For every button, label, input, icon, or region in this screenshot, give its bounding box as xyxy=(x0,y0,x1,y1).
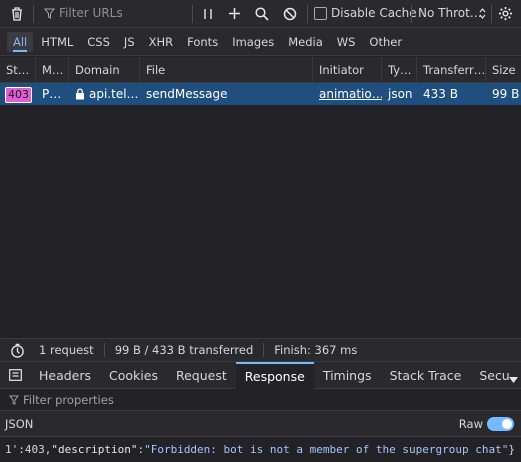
raw-value: "Forbidden: bot is not a member of the s… xyxy=(144,443,509,456)
request-list-area xyxy=(0,105,521,338)
method-cell: P… xyxy=(42,87,62,101)
transferred-cell: 433 B xyxy=(423,87,458,101)
tab-stack-trace[interactable]: Stack Trace xyxy=(381,362,471,389)
raw-colon: : xyxy=(137,443,145,456)
finish-time: Finish: 367 ms xyxy=(274,343,358,357)
raw-key: "description" xyxy=(51,443,138,456)
status-badge: 403 xyxy=(5,87,32,103)
summary-bar: 1 request 99 B / 433 B transferred Finis… xyxy=(0,338,521,362)
type-filter-bar: All HTML CSS JS XHR Fonts Images Media W… xyxy=(0,28,521,56)
json-label: JSON xyxy=(5,416,34,431)
raw-suffix: } xyxy=(508,443,515,456)
domain-cell: api.tel… xyxy=(69,83,140,105)
initiator-link[interactable]: animatio… xyxy=(313,83,382,105)
block-icon[interactable] xyxy=(282,0,298,28)
raw-toggle[interactable] xyxy=(487,416,514,431)
type-tab-html[interactable]: HTML xyxy=(35,32,79,52)
detail-tabs: Headers Cookies Request Response Timings… xyxy=(0,361,521,389)
type-tab-media[interactable]: Media xyxy=(282,32,329,52)
col-type[interactable]: Ty… xyxy=(382,57,417,83)
json-section-header: JSON Raw xyxy=(0,411,521,437)
table-row[interactable]: 403 P… api.tel… sendMessage animatio… js… xyxy=(0,83,521,105)
request-count: 1 request xyxy=(39,343,94,357)
tab-headers[interactable]: Headers xyxy=(30,362,100,389)
trash-icon[interactable] xyxy=(8,0,26,28)
raw-prefix: 1':403, xyxy=(5,443,52,456)
type-tab-xhr[interactable]: XHR xyxy=(143,32,180,52)
plus-icon[interactable] xyxy=(226,0,242,28)
type-tab-images[interactable]: Images xyxy=(226,32,280,52)
col-method[interactable]: M… xyxy=(36,57,69,83)
col-file[interactable]: File xyxy=(140,57,313,83)
filter-urls-input[interactable]: Filter URLs xyxy=(59,6,189,20)
type-tab-ws[interactable]: WS xyxy=(331,32,362,52)
raw-label: Raw xyxy=(458,416,483,431)
col-initiator[interactable]: Initiator xyxy=(313,57,382,83)
disable-cache-checkbox[interactable] xyxy=(314,7,327,20)
search-icon[interactable] xyxy=(254,0,270,28)
transferred-summary: 99 B / 433 B transferred xyxy=(114,343,254,357)
tab-timings[interactable]: Timings xyxy=(314,362,381,389)
filter-icon xyxy=(43,0,55,28)
tab-cookies[interactable]: Cookies xyxy=(100,362,167,389)
type-cell: json xyxy=(388,87,413,101)
type-tab-all[interactable]: All xyxy=(7,31,34,52)
filter-properties-input[interactable]: Filter properties xyxy=(23,393,114,407)
lock-icon xyxy=(75,85,85,105)
throttling-select[interactable]: No Throt… xyxy=(418,6,482,20)
filter-properties-bar: Filter properties xyxy=(0,389,521,411)
type-tab-fonts[interactable]: Fonts xyxy=(181,32,224,52)
raw-response-line: 1':403, "description": "Forbidden: bot is … xyxy=(0,437,521,462)
tab-request[interactable]: Request xyxy=(167,362,236,389)
type-tab-js[interactable]: JS xyxy=(118,32,141,52)
tab-security[interactable]: Secu xyxy=(470,362,509,389)
tabs-overflow-icon[interactable] xyxy=(509,371,518,386)
file-cell: sendMessage xyxy=(146,87,228,101)
gear-icon[interactable] xyxy=(496,0,514,28)
col-domain[interactable]: Domain xyxy=(69,57,140,83)
type-tab-other[interactable]: Other xyxy=(363,32,408,52)
updown-chevron-icon[interactable] xyxy=(477,0,487,28)
request-table-header: St… M… Domain File Initiator Ty… Transfe… xyxy=(0,57,521,83)
status-cell: 403 xyxy=(0,83,36,105)
col-status[interactable]: St… xyxy=(0,57,36,83)
tab-response[interactable]: Response xyxy=(235,361,314,389)
filter-icon xyxy=(9,394,19,405)
network-toolbar: Filter URLs Disable Cache No Throt… xyxy=(0,0,521,28)
disable-cache-label[interactable]: Disable Cache xyxy=(331,6,417,20)
panel-toggle-icon[interactable] xyxy=(0,369,30,381)
col-size[interactable]: Size xyxy=(486,57,521,83)
size-cell: 99 B xyxy=(492,87,520,101)
pause-icon[interactable] xyxy=(200,0,216,28)
col-transferred[interactable]: Transferr… xyxy=(417,57,486,83)
stopwatch-icon xyxy=(10,343,25,358)
type-tab-css[interactable]: CSS xyxy=(81,32,116,52)
